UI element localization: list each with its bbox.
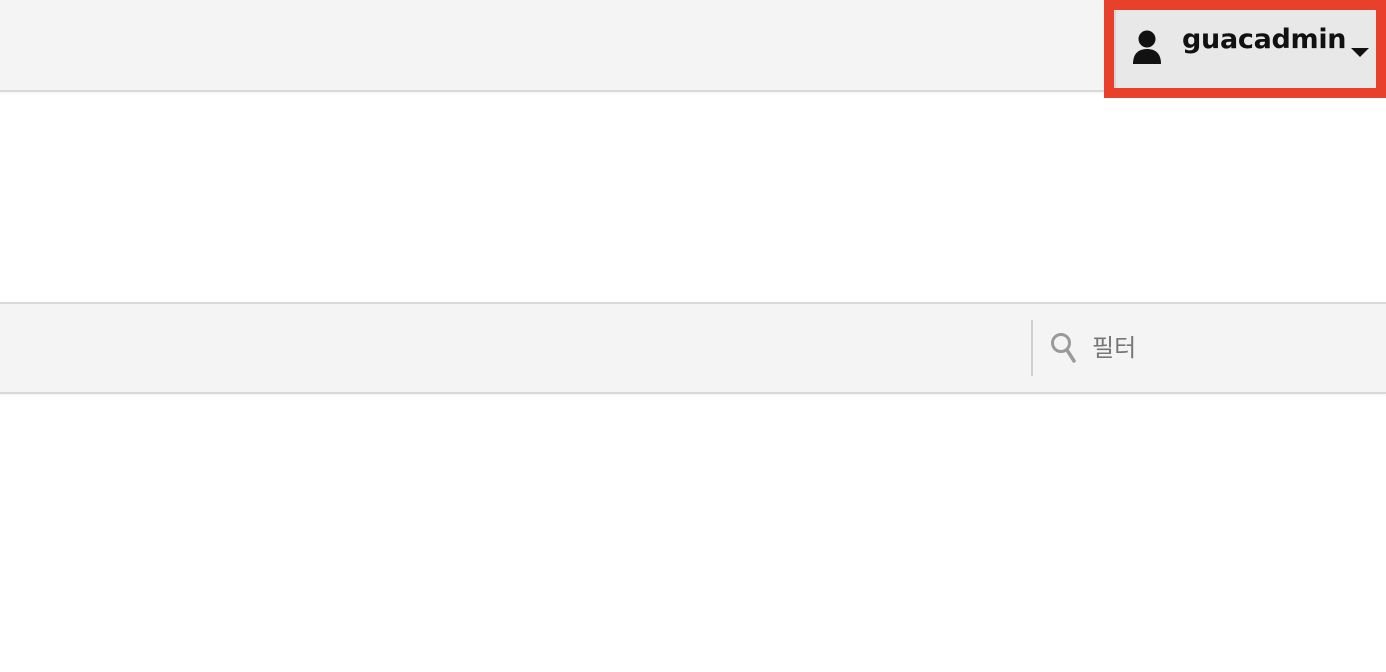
- user-icon: [1132, 30, 1162, 64]
- caret-down-icon[interactable]: [1351, 48, 1369, 57]
- page: guacadmin: [0, 0, 1386, 672]
- search-icon: [1050, 332, 1078, 364]
- filter-divider: [1031, 320, 1033, 376]
- filter-toolbar: [0, 302, 1386, 394]
- username-label: guacadmin: [1182, 24, 1347, 55]
- filter-input[interactable]: [1088, 326, 1378, 370]
- user-menu-highlight-box: guacadmin: [1104, 0, 1386, 98]
- user-menu-button[interactable]: guacadmin: [1114, 10, 1376, 88]
